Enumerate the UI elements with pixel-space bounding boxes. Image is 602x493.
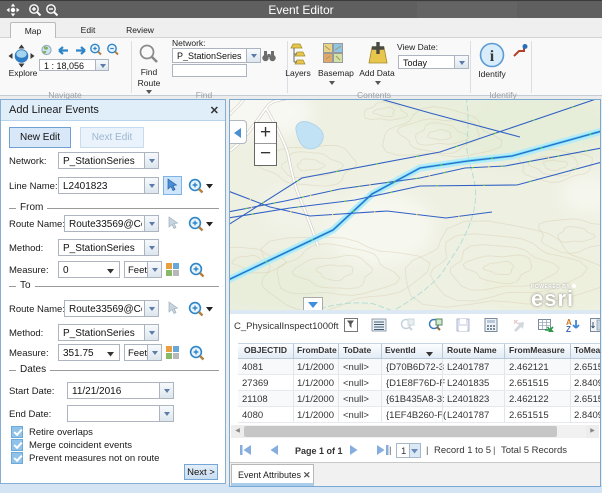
- svg-text:i: i: [490, 48, 495, 65]
- svg-text:Page 1 of 1: Page 1 of 1: [295, 446, 343, 456]
- svg-text:Z: Z: [566, 325, 571, 334]
